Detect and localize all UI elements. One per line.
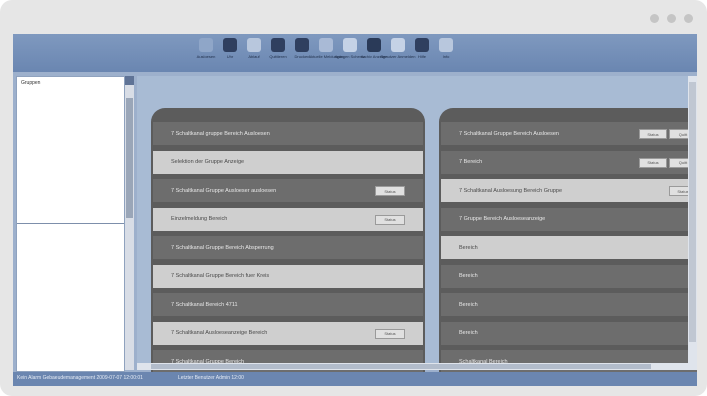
row-label: 7 Schaltkanal Bereich 4711 (171, 301, 238, 308)
toolbar-button-label: Quittieren (269, 54, 287, 59)
row-action-button[interactable]: Status (375, 186, 405, 196)
toolbar: Ausloesen Uhr Ablauf Quittieren Drucken Aktue… (13, 34, 697, 72)
toolbar-icon (223, 38, 237, 52)
panel-row[interactable]: 7 Schaltkanal Gruppe Bereich Ausloesen St… (441, 122, 697, 145)
row-label: Bereich (459, 301, 478, 308)
toolbar-button[interactable]: Archiv Anzeige (361, 36, 387, 70)
status-left-text: Kein Alarm Gebaeudemanagement 2009-07-07… (17, 375, 143, 381)
row-label: 7 Schaltkanal Ausloeseanzeige Bereich (171, 330, 268, 336)
main-horizontal-scrollbar[interactable] (137, 363, 688, 370)
toolbar-button[interactable]: Ausloesen (195, 36, 217, 70)
scrollbar-thumb[interactable] (689, 82, 696, 342)
scroll-up-icon[interactable] (125, 76, 134, 85)
row-label: Bereich (459, 330, 478, 336)
group-tree-pane[interactable]: Gruppen (16, 76, 125, 372)
window-dot-icon[interactable] (684, 14, 693, 23)
toolbar-button[interactable]: Ablauf (243, 36, 265, 70)
toolbar-icon (415, 38, 429, 52)
row-label: 7 Gruppe Bereich Ausloeseanzeige (459, 216, 546, 222)
toolbar-icon (271, 38, 285, 52)
row-label: Bereich (459, 273, 478, 279)
toolbar-icon (367, 38, 381, 52)
scrollbar-thumb[interactable] (151, 364, 651, 369)
row-label: 7 Schaltkanal Gruppe Bereich Absperrung (171, 244, 274, 251)
panel-row[interactable]: Selektion der Gruppe Anzeige (153, 150, 423, 174)
pane-divider[interactable] (17, 223, 124, 224)
panel-row[interactable]: Einzelmeldung Bereich Status (153, 207, 423, 231)
toolbar-button-label: Ausloesen (196, 54, 216, 59)
status-right-text: Letzter Benutzer Admin 12:00 (178, 375, 244, 381)
panel-row[interactable]: Bereich (441, 264, 697, 288)
panel-row[interactable]: Bereich (441, 321, 697, 345)
window-dot-icon[interactable] (667, 14, 676, 23)
tree-scrollbar[interactable] (125, 76, 134, 370)
toolbar-button[interactable]: Benutzer Anmelden (381, 36, 415, 70)
panel-row[interactable]: 7 Schaltkanal Ausloesung Bereich Gruppe S… (441, 179, 697, 202)
toolbar-button[interactable]: Uhr (219, 36, 241, 70)
row-label: Bereich (459, 244, 478, 251)
panel-row[interactable]: 7 Bereich Status Quitt (441, 150, 697, 174)
panel-row[interactable]: 7 Schaltkanal gruppe Bereich Ausloesen (153, 122, 423, 145)
right-group-panel: 7 Schaltkanal Gruppe Bereich Ausloesen St… (439, 108, 697, 372)
application-window: Ausloesen Uhr Ablauf Quittieren Drucken Aktue… (13, 34, 697, 386)
window-dot-icon[interactable] (650, 14, 659, 23)
row-label: 7 Schaltkanal Gruppe Bereich fuer Kreis (171, 273, 270, 279)
row-label: 7 Schaltkanal Gruppe Ausloeser ausloesen (171, 187, 277, 194)
toolbar-icon (319, 38, 333, 52)
row-label: Einzelmeldung Bereich (171, 216, 228, 222)
toolbar-button[interactable]: Aktuelle Meldungen (308, 36, 344, 70)
panel-row[interactable]: 7 Schaltkanal Bereich 4711 (153, 293, 423, 316)
toolbar-button-label: Hilfe (417, 54, 426, 59)
panel-row[interactable]: Bereich (441, 293, 697, 316)
toolbar-icon (247, 38, 261, 52)
row-label: 7 Schaltkanal Ausloesung Bereich Gruppe (459, 187, 563, 194)
scrollbar-thumb[interactable] (126, 98, 133, 218)
panel-row[interactable]: 7 Schaltkanal Gruppe Bereich Absperrung (153, 236, 423, 259)
toolbar-button-label: Ablauf (248, 54, 260, 59)
toolbar-button[interactable]: Anlagen Schema (335, 36, 365, 70)
panel-row[interactable]: Bereich (441, 236, 697, 259)
toolbar-button[interactable]: Drucken (291, 36, 313, 70)
toolbar-icon (343, 38, 357, 52)
group-tree-label: Gruppen (21, 80, 41, 86)
toolbar-icon (199, 38, 213, 52)
panel-row[interactable]: 7 Schaltkanal Gruppe Ausloeser ausloesen… (153, 179, 423, 202)
toolbar-button-label: Info (442, 54, 450, 59)
status-bar: Kein Alarm Gebaeudemanagement 2009-07-07… (13, 372, 697, 386)
panel-row[interactable]: 7 Schaltkanal Gruppe Bereich fuer Kreis (153, 264, 423, 288)
row-action-button[interactable]: Status (375, 214, 405, 225)
panel-row[interactable]: 7 Gruppe Bereich Ausloeseanzeige (441, 207, 697, 231)
toolbar-icon (295, 38, 309, 52)
toolbar-button[interactable]: Info (435, 36, 457, 70)
row-label: 7 Schaltkanal Gruppe Bereich Ausloesen (459, 130, 559, 137)
toolbar-button-label: Drucken (294, 54, 310, 59)
toolbar-icon (439, 38, 453, 52)
left-group-panel: 7 Schaltkanal gruppe Bereich Ausloesen Se… (151, 108, 425, 372)
row-action-button[interactable]: Status (639, 157, 667, 168)
row-action-button[interactable]: Status (639, 129, 667, 139)
window-controls (650, 14, 693, 23)
row-action-button[interactable]: Status (375, 328, 405, 339)
main-area: 7 Schaltkanal gruppe Bereich Ausloesen Se… (137, 76, 697, 372)
toolbar-button[interactable]: Quittieren (267, 36, 289, 70)
window-frame: Ausloesen Uhr Ablauf Quittieren Drucken Aktue… (0, 0, 707, 396)
main-vertical-scrollbar[interactable] (688, 76, 697, 370)
row-label: Selektion der Gruppe Anzeige (171, 159, 245, 165)
toolbar-icon (391, 38, 405, 52)
row-label: 7 Bereich (459, 159, 483, 165)
row-label: 7 Schaltkanal gruppe Bereich Ausloesen (171, 130, 270, 137)
toolbar-button-group: Ausloesen Uhr Ablauf Quittieren Drucken Aktue… (195, 36, 457, 70)
panel-row[interactable]: 7 Schaltkanal Ausloeseanzeige Bereich Sta… (153, 321, 423, 345)
toolbar-button-label: Uhr (226, 54, 234, 59)
toolbar-button[interactable]: Hilfe (411, 36, 433, 70)
